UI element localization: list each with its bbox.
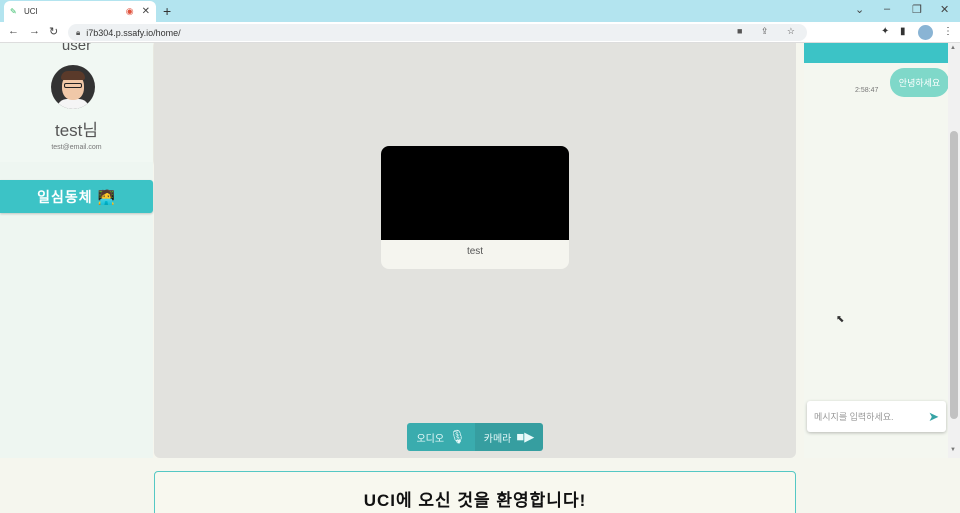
send-icon[interactable]: ➤: [928, 409, 939, 425]
profile-card: user test님 test@email.com: [0, 43, 153, 162]
close-window-icon[interactable]: ✕: [940, 3, 949, 16]
site-favicon-icon: ✎: [10, 6, 17, 16]
page-scrollbar[interactable]: ▲ ▼: [948, 43, 960, 458]
chat-message-time: 2:58:47: [855, 87, 879, 94]
browser-tab[interactable]: ✎ UCI ◉ ✕: [4, 1, 156, 22]
media-controls: 오디오 🎙︎ 카메라 ■▶: [407, 423, 543, 451]
camera-label: 카메라: [483, 433, 512, 445]
camera-button[interactable]: 카메라 ■▶: [475, 423, 543, 451]
chat-header: [804, 43, 949, 63]
forward-icon[interactable]: →: [29, 25, 40, 37]
scrollbar-thumb[interactable]: [950, 131, 958, 419]
chat-message: 안녕하세요: [890, 68, 949, 97]
video-area: test 오디오 🎙︎ 카메라 ■▶: [154, 43, 796, 458]
browser-tab-bar: ✎ UCI ◉ ✕ + ⌄ – ❐ ✕: [0, 0, 960, 22]
user-email: test@email.com: [51, 144, 102, 151]
reload-icon[interactable]: ↻: [49, 25, 58, 38]
tab-title: UCI: [24, 7, 38, 16]
url-field[interactable]: 🔒︎ i7b304.p.ssafy.io/home/ ■ ⇪ ☆: [68, 24, 807, 41]
back-icon[interactable]: ←: [8, 25, 19, 37]
chat-input[interactable]: [814, 411, 920, 422]
participant-name: test: [466, 246, 484, 257]
mouse-cursor-icon: ⬉: [836, 314, 845, 325]
audio-button[interactable]: 오디오 🎙︎: [407, 423, 475, 451]
extensions-icon[interactable]: ✦: [881, 26, 889, 37]
recording-icon: ◉: [125, 6, 134, 16]
avatar: [51, 65, 95, 109]
welcome-title: UCI에 오신 것을 환영합니다!: [363, 491, 587, 510]
profile-avatar-icon[interactable]: [918, 25, 933, 40]
group-button[interactable]: 일심동체 🧑‍💻: [0, 180, 153, 213]
chat-input-box: ➤: [807, 401, 946, 432]
restore-icon[interactable]: ❐: [912, 3, 922, 16]
user-name: test님: [54, 121, 99, 140]
side-panel-icon[interactable]: ▮: [900, 26, 906, 37]
user-role: user: [61, 43, 92, 54]
scroll-up-icon[interactable]: ▲: [950, 45, 956, 51]
video-stream: [381, 146, 569, 240]
omnibox-actions[interactable]: ■ ⇪ ☆: [737, 26, 803, 37]
minimize-icon[interactable]: –: [884, 3, 890, 15]
chat-panel: 안녕하세요 2:58:47 ➤: [804, 43, 950, 458]
new-tab-button[interactable]: +: [163, 3, 171, 19]
welcome-banner: UCI에 오신 것을 환영합니다!: [154, 471, 796, 513]
audio-label: 오디오: [416, 433, 445, 445]
close-tab-icon[interactable]: ✕: [142, 6, 150, 17]
microphone-icon: 🎙︎: [449, 429, 466, 444]
video-camera-icon: ■▶: [516, 429, 535, 444]
address-bar: ← → ↻ 🔒︎ i7b304.p.ssafy.io/home/ ■ ⇪ ☆ ✦…: [0, 22, 960, 43]
scroll-down-icon[interactable]: ▼: [950, 447, 956, 453]
menu-icon[interactable]: ⋮: [943, 26, 953, 37]
lock-icon: 🔒︎: [76, 27, 81, 37]
url-text: i7b304.p.ssafy.io/home/: [86, 27, 181, 38]
tab-search-icon[interactable]: ⌄: [855, 3, 864, 16]
page: user test님 test@email.com 일심동체 🧑‍💻 test …: [0, 43, 960, 513]
video-tile[interactable]: test: [381, 146, 569, 269]
